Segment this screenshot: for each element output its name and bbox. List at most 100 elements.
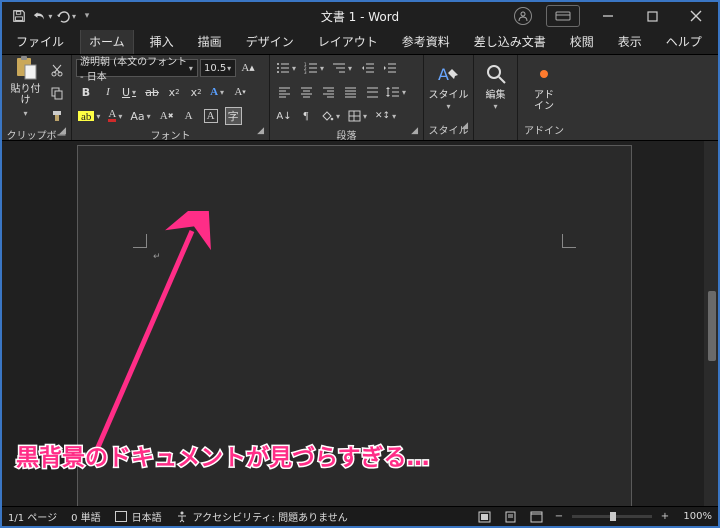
status-word-count[interactable]: 0 単語 bbox=[71, 509, 101, 524]
margin-crop-tl bbox=[133, 234, 147, 248]
copy-button[interactable] bbox=[47, 83, 67, 103]
tab-help[interactable]: ヘルプ bbox=[658, 28, 710, 54]
tab-design[interactable]: デザイン bbox=[238, 28, 302, 54]
highlight-button[interactable]: ab▾ bbox=[76, 106, 104, 126]
dialog-launcher[interactable]: ◢ bbox=[461, 121, 468, 131]
align-right-button[interactable] bbox=[318, 82, 338, 102]
dialog-launcher[interactable]: ◢ bbox=[411, 126, 418, 136]
phonetic-button[interactable]: A bbox=[179, 106, 199, 126]
tab-draw[interactable]: 描画 bbox=[190, 28, 230, 54]
copy-icon bbox=[50, 86, 64, 100]
align-left-icon bbox=[278, 87, 291, 98]
tab-home[interactable]: ホーム bbox=[80, 27, 134, 54]
print-layout-button[interactable] bbox=[500, 509, 520, 525]
line-spacing-button[interactable]: ▾ bbox=[384, 82, 410, 102]
increase-indent-button[interactable] bbox=[380, 58, 400, 78]
tab-mailings[interactable]: 差し込み文書 bbox=[466, 28, 554, 54]
window-controls bbox=[506, 2, 718, 30]
close-button[interactable] bbox=[674, 2, 718, 30]
status-language[interactable]: 日本語 bbox=[115, 509, 162, 524]
font-color-button[interactable]: A▾ bbox=[106, 106, 126, 126]
tab-file[interactable]: ファイル bbox=[8, 28, 72, 54]
subscript-button[interactable]: x2 bbox=[164, 82, 184, 102]
dialog-launcher[interactable]: ◢ bbox=[59, 126, 66, 136]
increase-font-button[interactable]: A▲ bbox=[238, 58, 258, 78]
line-spacing-icon bbox=[386, 86, 400, 98]
editing-button[interactable]: 編集▾ bbox=[478, 58, 513, 114]
bullets-button[interactable]: ▾ bbox=[274, 58, 300, 78]
sort-button[interactable]: A↓ bbox=[274, 106, 294, 126]
paste-icon bbox=[13, 55, 39, 81]
bucket-icon bbox=[320, 110, 334, 122]
decrease-font-button[interactable]: A▾ bbox=[230, 82, 250, 102]
tab-layout[interactable]: レイアウト bbox=[310, 28, 386, 54]
tab-review[interactable]: 校閲 bbox=[562, 28, 602, 54]
document-scroll-area[interactable]: ↵ bbox=[2, 141, 704, 506]
maximize-button[interactable] bbox=[630, 2, 674, 30]
clear-format-button[interactable]: A✖ bbox=[157, 106, 177, 126]
change-case-button[interactable]: Aa▾ bbox=[128, 106, 154, 126]
group-font: 游明朝 (本文のフォント - 日本▾ 10.5▾ A▲ B I U▾ ab x2… bbox=[72, 55, 270, 140]
shading-button[interactable]: ▾ bbox=[318, 106, 344, 126]
addins-button[interactable]: アド イン bbox=[522, 58, 566, 114]
enclose-button[interactable]: A bbox=[201, 106, 221, 126]
chevron-down-icon: ▾ bbox=[446, 102, 450, 111]
show-marks-button[interactable]: ¶ bbox=[296, 106, 316, 126]
document-page[interactable]: ↵ bbox=[77, 145, 632, 506]
multilevel-button[interactable]: ▾ bbox=[330, 58, 356, 78]
zoom-slider-thumb[interactable] bbox=[610, 512, 616, 521]
group-label bbox=[478, 125, 513, 139]
font-name-combo[interactable]: 游明朝 (本文のフォント - 日本▾ bbox=[76, 59, 198, 77]
focus-view-button[interactable] bbox=[474, 509, 494, 525]
decrease-indent-button[interactable] bbox=[358, 58, 378, 78]
italic-button[interactable]: I bbox=[98, 82, 118, 102]
group-addins: アド イン アドイン bbox=[518, 55, 570, 140]
scrollbar-thumb[interactable] bbox=[708, 291, 716, 361]
asian-layout-button[interactable]: ✕↕▾ bbox=[373, 106, 400, 126]
accessibility-icon bbox=[176, 511, 188, 523]
chevron-down-icon: ▾ bbox=[85, 11, 90, 21]
account-button[interactable] bbox=[506, 2, 540, 30]
minimize-button[interactable] bbox=[586, 2, 630, 30]
align-center-button[interactable] bbox=[296, 82, 316, 102]
strikethrough-button[interactable]: ab bbox=[142, 82, 162, 102]
vertical-scrollbar[interactable] bbox=[704, 141, 718, 506]
multilevel-icon bbox=[332, 62, 346, 74]
redo-button[interactable]: ▾ bbox=[56, 4, 78, 28]
ribbon-display-button[interactable] bbox=[546, 5, 580, 27]
numbering-button[interactable]: 123▾ bbox=[302, 58, 328, 78]
paste-button[interactable]: 貼り付け ▾ bbox=[6, 58, 45, 114]
underline-button[interactable]: U▾ bbox=[120, 82, 140, 102]
cut-button[interactable] bbox=[47, 60, 67, 80]
text-effects-button[interactable]: A▾ bbox=[208, 82, 228, 102]
borders-button[interactable]: ▾ bbox=[346, 106, 371, 126]
tab-references[interactable]: 参考資料 bbox=[394, 28, 458, 54]
status-accessibility[interactable]: アクセシビリティ: 問題ありません bbox=[176, 509, 348, 524]
qat-customize-button[interactable]: ▾ bbox=[80, 4, 94, 28]
web-layout-button[interactable] bbox=[526, 509, 546, 525]
char-shading-button[interactable]: 字 bbox=[223, 106, 244, 126]
chevron-down-icon: ▾ bbox=[493, 102, 497, 111]
zoom-in-button[interactable]: + bbox=[658, 509, 672, 525]
superscript-button[interactable]: x2 bbox=[186, 82, 206, 102]
dialog-launcher[interactable]: ◢ bbox=[257, 126, 264, 136]
zoom-level[interactable]: 100% bbox=[678, 511, 712, 522]
save-button[interactable] bbox=[8, 4, 30, 28]
status-page[interactable]: 1/1 ページ bbox=[8, 509, 57, 524]
bold-button[interactable]: B bbox=[76, 82, 96, 102]
tab-insert[interactable]: 挿入 bbox=[142, 28, 182, 54]
zoom-slider[interactable] bbox=[572, 515, 652, 518]
zoom-out-button[interactable]: − bbox=[552, 509, 566, 525]
tab-view[interactable]: 表示 bbox=[610, 28, 650, 54]
bullets-icon bbox=[276, 62, 290, 74]
styles-button[interactable]: A スタイル▾ bbox=[428, 58, 469, 114]
distribute-button[interactable] bbox=[362, 82, 382, 102]
align-justify-button[interactable] bbox=[340, 82, 360, 102]
align-left-button[interactable] bbox=[274, 82, 294, 102]
font-size-combo[interactable]: 10.5▾ bbox=[200, 59, 236, 77]
group-paragraph: ▾ 123▾ ▾ ▾ A↓ ¶ ▾ ▾ ✕↕▾ 段落◢ bbox=[270, 55, 424, 140]
group-label: アドイン bbox=[522, 121, 566, 139]
format-painter-button[interactable] bbox=[47, 106, 67, 126]
undo-button[interactable]: ▾ bbox=[32, 4, 54, 28]
svg-text:A: A bbox=[438, 65, 449, 84]
